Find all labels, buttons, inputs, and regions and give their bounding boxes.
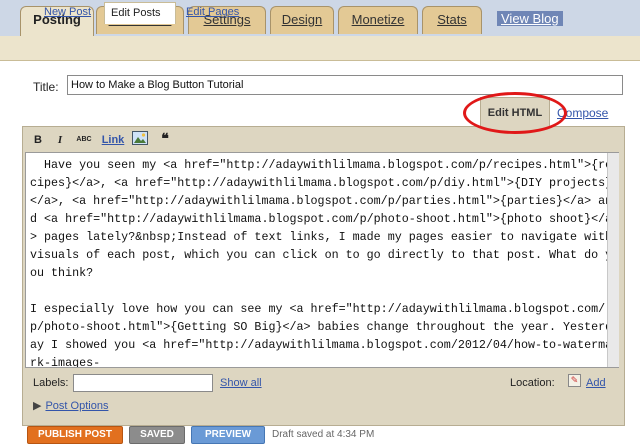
- add-location-link[interactable]: Add: [586, 377, 606, 389]
- publish-post-button[interactable]: PUBLISH POST: [27, 426, 123, 444]
- post-options-toggle[interactable]: ▶ Post Options: [33, 399, 108, 412]
- tab-stats[interactable]: Stats: [422, 6, 482, 34]
- quote-icon[interactable]: ❝: [157, 131, 173, 149]
- highlight-circle: [463, 92, 567, 134]
- bold-button[interactable]: B: [31, 131, 45, 149]
- subtab-new-post[interactable]: New Post: [38, 2, 97, 24]
- labels-label: Labels:: [33, 377, 69, 389]
- location-label: Location:: [510, 377, 555, 389]
- spellcheck-button[interactable]: ABC: [73, 131, 95, 149]
- html-editor-textarea[interactable]: Have you seen my <a href="http://adaywit…: [25, 152, 619, 368]
- view-blog-link[interactable]: View Blog: [497, 11, 563, 26]
- location-pin-icon[interactable]: ✎: [568, 374, 581, 387]
- editor-scrollbar[interactable]: [607, 153, 619, 367]
- post-options-label: Post Options: [45, 400, 109, 412]
- tab-design[interactable]: Design: [270, 6, 334, 34]
- link-button[interactable]: Link: [101, 131, 125, 149]
- show-all-labels-link[interactable]: Show all: [220, 377, 262, 389]
- italic-button[interactable]: I: [53, 131, 67, 149]
- editor-toolbar: B I ABC Link ❝: [25, 129, 621, 151]
- subtab-edit-posts[interactable]: Edit Posts: [104, 2, 176, 24]
- saved-button[interactable]: SAVED: [129, 426, 185, 444]
- draft-status: Draft saved at 4:34 PM: [272, 429, 375, 440]
- title-input[interactable]: [67, 75, 623, 95]
- tab-monetize[interactable]: Monetize: [338, 6, 418, 34]
- image-icon[interactable]: [131, 131, 149, 149]
- subtab-bar: [0, 36, 640, 61]
- expand-triangle-icon: ▶: [33, 400, 42, 412]
- title-label: Title:: [33, 80, 59, 94]
- subtab-edit-pages[interactable]: Edit Pages: [180, 2, 245, 24]
- preview-button[interactable]: PREVIEW: [191, 426, 265, 444]
- labels-input[interactable]: [73, 374, 213, 392]
